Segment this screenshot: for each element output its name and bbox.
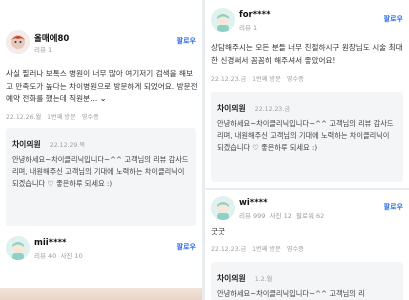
review-meta: 22.12.23.금 1번째 방문 영수증	[211, 244, 304, 253]
right-review-column: for**** 리뷰 1 팔로우 상담해주시는 모든 분들 너무 친절하시구 원…	[205, 0, 409, 300]
reply-author: 차이의원	[217, 104, 246, 113]
avatar[interactable]	[211, 196, 235, 220]
visit-count: 1번째 방문	[47, 114, 76, 121]
reviewer-name[interactable]: wi****	[239, 198, 268, 208]
reply-author: 차이의원	[12, 140, 41, 149]
follow-button[interactable]: 팔로우	[177, 242, 196, 252]
avatar-image	[211, 8, 235, 32]
review-profile[interactable]: wi**** 리뷰 999 사진 12 팔로워 62 팔로우	[211, 196, 403, 222]
follow-button[interactable]: 팔로우	[384, 202, 403, 212]
owner-reply: 차이의원 1.2.월 안녕하세요~차이클리닉입니다~^^ 고객님의 리	[211, 262, 403, 300]
avatar[interactable]	[211, 8, 235, 32]
review-count: 리뷰 40	[34, 252, 57, 260]
review-photo[interactable]	[0, 288, 202, 300]
owner-reply: 차이의원 22.12.29.목 안녕하세요~차이클리닉입니다~^^ 고객님의 리…	[6, 128, 196, 230]
review-card: for**** 리뷰 1 팔로우 상담해주시는 모든 분들 너무 친절하시구 원…	[205, 0, 409, 188]
review-text[interactable]: 굿굿	[211, 226, 405, 239]
review-date: 22.12.23.금	[211, 76, 247, 83]
avatar-image	[211, 196, 235, 220]
review-text[interactable]: 상담해주시는 모든 분들 너무 친절하시구 원장님도 시술 최대한 신경써서 꼼…	[211, 42, 405, 67]
left-review-column: 올매에80 리뷰 1 팔로우 사실 필러나 보톡스 병원이 너무 많아 여기저기…	[0, 0, 202, 300]
reply-text: 안녕하세요~차이클리닉입니다~^^ 고객님의 리뷰 감사드리며, 내원해주신 고…	[217, 119, 394, 152]
avatar[interactable]	[6, 236, 30, 260]
reply-date: 22.12.29.목	[49, 142, 86, 149]
follow-button[interactable]: 팔로우	[177, 36, 196, 46]
visit-count: 1번째 방문	[252, 246, 281, 253]
reply-date: 22.12.23.금	[254, 106, 291, 113]
reply-author: 차이의원	[217, 274, 246, 283]
photo-count: 사진 12	[269, 212, 292, 220]
reviewer-name[interactable]: mii****	[34, 238, 66, 248]
reviewer-stats: 리뷰 999 사진 12 팔로워 62	[239, 210, 324, 220]
review-meta: 22.12.26.월 1번째 방문 영수증	[6, 112, 99, 121]
reviewer-review-count: 리뷰 1	[239, 24, 258, 32]
receipt-label: 영수증	[286, 246, 304, 253]
review-card: wi**** 리뷰 999 사진 12 팔로워 62 팔로우 굿굿 22.12.…	[205, 190, 409, 300]
avatar[interactable]	[6, 30, 30, 54]
owner-reply: 차이의원 22.12.23.금 안녕하세요~차이클리닉입니다~^^ 고객님의 리…	[211, 92, 403, 182]
review-profile[interactable]: 올매에80 리뷰 1 팔로우	[6, 30, 196, 56]
receipt-label: 영수증	[286, 76, 304, 83]
expand-more-icon[interactable]: ⌄	[100, 94, 107, 103]
review-date: 22.12.23.금	[211, 246, 247, 253]
review-meta: 22.12.23.금 1번째 방문 영수증	[211, 74, 304, 83]
reviewer-review-count: 리뷰 1	[34, 46, 53, 54]
avatar-image	[6, 30, 30, 54]
visit-count: 1번째 방문	[252, 76, 281, 83]
review-text[interactable]: 사실 필러나 보톡스 병원이 너무 많아 여기저기 검색을 해보고 만족도가 높…	[6, 68, 198, 106]
follower-count: 팔로워 62	[296, 212, 325, 220]
review-profile[interactable]: for**** 리뷰 1 팔로우	[211, 8, 403, 34]
reviewer-name[interactable]: 올매에80	[34, 32, 69, 44]
reviewer-name[interactable]: for****	[239, 10, 271, 20]
photo-count: 사진 10	[60, 252, 83, 260]
reply-date: 1.2.월	[254, 276, 273, 283]
review-date: 22.12.26.월	[6, 114, 42, 121]
reply-text: 안녕하세요~차이클리닉입니다~^^ 고객님의 리뷰 감사드리며, 내원해주신 고…	[12, 155, 189, 188]
review-card: mii**** 리뷰 40 사진 10 팔로우	[0, 226, 202, 300]
review-count: 리뷰 999	[239, 212, 266, 220]
reply-text: 안녕하세요~차이클리닉입니다~^^ 고객님의 리	[217, 289, 365, 298]
follow-button[interactable]: 팔로우	[384, 14, 403, 24]
avatar-image	[6, 236, 30, 260]
reviewer-stats: 리뷰 40 사진 10	[34, 250, 83, 260]
review-card: 올매에80 리뷰 1 팔로우 사실 필러나 보톡스 병원이 너무 많아 여기저기…	[0, 0, 202, 240]
receipt-label: 영수증	[81, 114, 99, 121]
review-profile[interactable]: mii**** 리뷰 40 사진 10 팔로우	[6, 236, 196, 262]
